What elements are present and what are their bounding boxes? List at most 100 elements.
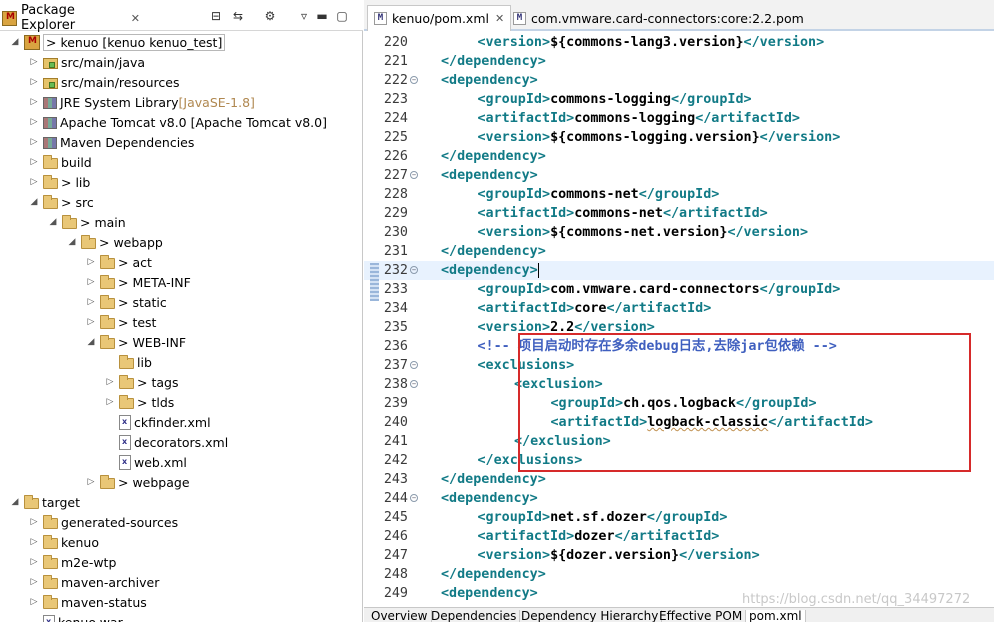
- fold-toggle-icon[interactable]: −: [410, 76, 418, 84]
- code-text: </dependency>: [441, 52, 546, 71]
- collapsed-twisty-icon[interactable]: ▷: [29, 157, 39, 167]
- collapsed-twisty-icon[interactable]: ▷: [86, 477, 96, 487]
- tree-item[interactable]: ckfinder.xml: [0, 412, 211, 432]
- tree-item-label: > act: [118, 254, 152, 270]
- collapsed-twisty-icon[interactable]: ▷: [29, 177, 39, 187]
- tree-item[interactable]: web.xml: [0, 452, 187, 472]
- tree-item[interactable]: ▷ maven-archiver: [0, 572, 160, 592]
- expanded-twisty-icon[interactable]: ◢: [29, 197, 39, 207]
- tree-item[interactable]: lib: [0, 352, 152, 372]
- code-text: <dependency>: [441, 71, 538, 90]
- view-menu-icon[interactable]: ▿: [296, 8, 312, 24]
- collapsed-twisty-icon[interactable]: ▷: [29, 517, 39, 527]
- package-explorer-icon: [2, 10, 17, 26]
- tree-item[interactable]: ▷ src/main/resources: [0, 72, 180, 92]
- tree-item[interactable]: ▷ > test: [0, 312, 157, 332]
- collapsed-twisty-icon[interactable]: ▷: [29, 137, 39, 147]
- tab-pom-xml[interactable]: M kenuo/pom.xml ✕: [367, 5, 512, 31]
- tree-item[interactable]: ◢ > webapp: [0, 232, 163, 252]
- collapse-all-icon[interactable]: ⊟: [208, 8, 224, 24]
- close-icon[interactable]: ✕: [131, 12, 140, 25]
- collapsed-twisty-icon[interactable]: ▷: [29, 117, 39, 127]
- code-text: </dependency>: [441, 470, 546, 489]
- collapsed-twisty-icon[interactable]: ▷: [86, 277, 96, 287]
- line-number: 234: [383, 301, 408, 316]
- tree-item[interactable]: ▷ > lib: [0, 172, 91, 192]
- tree-item[interactable]: ◢ > src: [0, 192, 94, 212]
- bottom-tab[interactable]: Dependencies: [428, 610, 521, 622]
- xml-file-icon: [119, 415, 131, 430]
- link-with-editor-icon[interactable]: ⇆: [230, 8, 246, 24]
- tab-label: com.vmware.card-connectors:core:2.2.pom: [531, 10, 804, 26]
- tree-item[interactable]: ▷ build: [0, 152, 92, 172]
- tree-item[interactable]: ▷ > tags: [0, 372, 179, 392]
- fold-toggle-icon[interactable]: −: [410, 171, 418, 179]
- fold-toggle-icon[interactable]: −: [410, 361, 418, 369]
- tree-item[interactable]: ▷ > act: [0, 252, 152, 272]
- expanded-twisty-icon[interactable]: ◢: [48, 217, 58, 227]
- collapsed-twisty-icon[interactable]: ▷: [105, 377, 115, 387]
- tree-item[interactable]: kenuo.war: [0, 612, 123, 622]
- expanded-twisty-icon[interactable]: ◢: [10, 37, 20, 47]
- tree-item[interactable]: decorators.xml: [0, 432, 228, 452]
- line-number: 235: [383, 320, 408, 335]
- line-number: 243: [383, 472, 408, 487]
- code-line: 233 <groupId>com.vmware.card-connectors</…: [364, 280, 994, 299]
- tree-item[interactable]: ◢ > WEB-INF: [0, 332, 187, 352]
- filter-icon[interactable]: ⚙: [262, 8, 278, 24]
- folder-icon: [24, 495, 39, 509]
- tree-item[interactable]: ▷ Maven Dependencies: [0, 132, 195, 152]
- tab-core-pom[interactable]: M com.vmware.card-connectors:core:2.2.po…: [507, 5, 810, 31]
- tree-item[interactable]: ▷ > tlds: [0, 392, 175, 412]
- bottom-tab[interactable]: Overview: [368, 610, 432, 622]
- tree-item[interactable]: ▷ JRE System Library [JavaSE-1.8]: [0, 92, 255, 112]
- fold-toggle-icon[interactable]: −: [410, 380, 418, 388]
- line-number: 242: [383, 453, 408, 468]
- maven-pom-icon: M: [513, 11, 526, 25]
- package-explorer-view: Package Explorer ✕ ⊟ ⇆ ⚙ ▿ ▬ ▢ ◢ > kenuo …: [0, 0, 363, 622]
- package-explorer-tab[interactable]: Package Explorer ✕: [0, 3, 140, 33]
- collapsed-twisty-icon[interactable]: ▷: [29, 557, 39, 567]
- bottom-tab[interactable]: Effective POM: [656, 610, 747, 622]
- collapsed-twisty-icon[interactable]: ▷: [86, 297, 96, 307]
- bottom-tab[interactable]: Dependency Hierarchy: [518, 610, 663, 622]
- maximize-icon[interactable]: ▢: [334, 8, 350, 24]
- bottom-tab[interactable]: pom.xml: [746, 610, 806, 622]
- tree-item[interactable]: ◢ > main: [0, 212, 126, 232]
- collapsed-twisty-icon[interactable]: ▷: [29, 537, 39, 547]
- expanded-twisty-icon[interactable]: ◢: [67, 237, 77, 247]
- tree-item[interactable]: ▷ src/main/java: [0, 52, 146, 72]
- code-text: <version>${dozer.version}</version>: [478, 546, 760, 565]
- tree-item[interactable]: ▷ m2e-wtp: [0, 552, 117, 572]
- xml-source-editor[interactable]: 220 <version>${commons-lang3.version}</ve…: [364, 33, 994, 607]
- code-line: 224 <artifactId>commons-logging</artifact…: [364, 109, 994, 128]
- expanded-twisty-icon[interactable]: ◢: [86, 337, 96, 347]
- collapsed-twisty-icon[interactable]: ▷: [86, 317, 96, 327]
- fold-toggle-icon[interactable]: −: [410, 494, 418, 502]
- tree-item[interactable]: ▷ > META-INF: [0, 272, 191, 292]
- code-line: 229 <artifactId>commons-net</artifactId>: [364, 204, 994, 223]
- tree-item[interactable]: ▷ > static: [0, 292, 167, 312]
- minimize-icon[interactable]: ▬: [314, 8, 330, 24]
- tree-item[interactable]: ▷ > webpage: [0, 472, 190, 492]
- tree-item[interactable]: ◢ target: [0, 492, 80, 512]
- tree-item-label: > test: [118, 314, 157, 330]
- line-number: 247: [383, 548, 408, 563]
- collapsed-twisty-icon[interactable]: ▷: [29, 577, 39, 587]
- collapsed-twisty-icon[interactable]: ▷: [105, 397, 115, 407]
- collapsed-twisty-icon[interactable]: ▷: [29, 97, 39, 107]
- collapsed-twisty-icon[interactable]: ▷: [29, 57, 39, 67]
- collapsed-twisty-icon[interactable]: ▷: [86, 257, 96, 267]
- tree-item[interactable]: ▷ Apache Tomcat v8.0 [Apache Tomcat v8.0]: [0, 112, 327, 132]
- tree-item[interactable]: ◢ > kenuo [kenuo kenuo_test]: [0, 32, 226, 52]
- xml-file-icon: [119, 435, 131, 450]
- tree-item[interactable]: ▷ generated-sources: [0, 512, 179, 532]
- line-number: 237: [383, 358, 408, 373]
- collapsed-twisty-icon[interactable]: ▷: [29, 77, 39, 87]
- close-icon[interactable]: ✕: [495, 12, 504, 25]
- collapsed-twisty-icon[interactable]: ▷: [29, 597, 39, 607]
- fold-toggle-icon[interactable]: −: [410, 266, 418, 274]
- expanded-twisty-icon[interactable]: ◢: [10, 497, 20, 507]
- tree-item[interactable]: ▷ maven-status: [0, 592, 147, 612]
- tree-item[interactable]: ▷ kenuo: [0, 532, 99, 552]
